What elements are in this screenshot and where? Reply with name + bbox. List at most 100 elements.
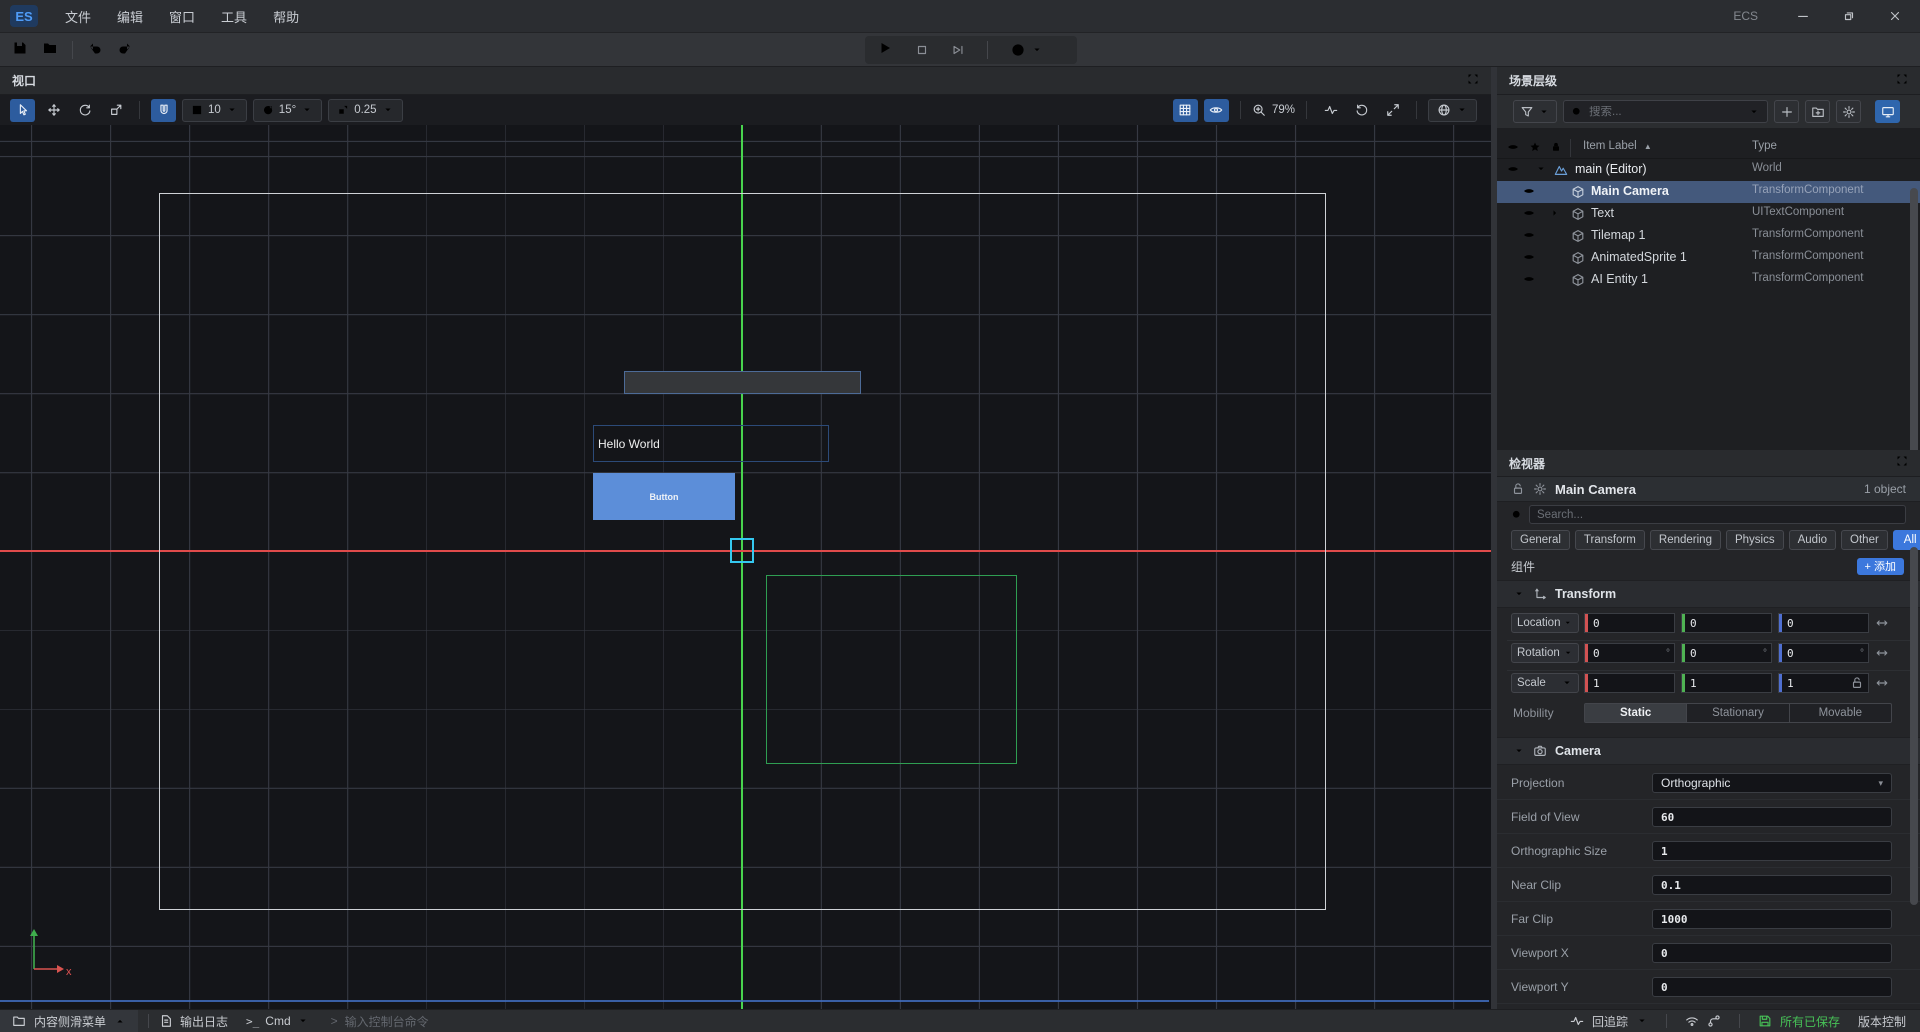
maximize-button[interactable] <box>1842 9 1856 23</box>
step-button[interactable] <box>951 43 965 57</box>
tab-audio[interactable]: Audio <box>1789 530 1836 550</box>
rotation-z-input[interactable] <box>1782 647 1860 660</box>
stats-button[interactable] <box>1318 99 1343 122</box>
undo-icon[interactable] <box>87 40 103 61</box>
output-log-button[interactable]: 输出日志 <box>159 1013 228 1030</box>
menu-tools[interactable]: 工具 <box>208 0 260 33</box>
menu-file[interactable]: 文件 <box>52 0 104 33</box>
tab-physics[interactable]: Physics <box>1726 530 1784 550</box>
mobility-static[interactable]: Static <box>1585 704 1686 722</box>
grid-visibility-toggle[interactable] <box>1173 99 1198 122</box>
ui-panel-rect[interactable] <box>624 371 861 394</box>
scene-canvas[interactable]: Hello World Button x <box>0 125 1491 1009</box>
viewport-x-input[interactable] <box>1661 947 1883 960</box>
lock-open-icon[interactable] <box>1511 482 1525 496</box>
console-input[interactable]: > 输入控制台命令 <box>331 1013 429 1030</box>
tree-row-world[interactable]: main (Editor) World <box>1497 159 1920 181</box>
viewport-y-input[interactable] <box>1661 981 1883 994</box>
tree-row-animatedsprite[interactable]: AnimatedSprite 1 TransformComponent <box>1497 247 1920 269</box>
stop-button[interactable] <box>915 43 929 57</box>
inspector-search-input[interactable] <box>1529 505 1906 524</box>
link-values-icon[interactable] <box>1875 646 1889 660</box>
world-dropdown[interactable] <box>1428 99 1477 122</box>
save-icon[interactable] <box>12 40 28 61</box>
traceback-dropdown[interactable]: 回追踪 <box>1592 1013 1628 1030</box>
vertical-scrollbar[interactable] <box>1910 188 1918 450</box>
location-label-dropdown[interactable]: Location <box>1511 613 1579 633</box>
chevron-right-icon[interactable] <box>1549 207 1561 222</box>
lock-column-icon[interactable] <box>1550 141 1562 156</box>
tab-transform[interactable]: Transform <box>1575 530 1645 550</box>
rotation-label-dropdown[interactable]: Rotation <box>1511 643 1579 663</box>
ui-text-element[interactable]: Hello World <box>593 425 829 462</box>
location-y-input[interactable] <box>1685 617 1771 630</box>
transform-section-header[interactable]: Transform <box>1497 580 1920 608</box>
add-entity-button[interactable] <box>1774 100 1799 123</box>
gear-icon[interactable] <box>1533 482 1547 496</box>
eye-icon[interactable] <box>1507 163 1519 178</box>
content-drawer-button[interactable]: 内容侧滑菜单 <box>0 1010 138 1032</box>
gizmo-visibility-toggle[interactable] <box>1204 99 1229 122</box>
rotation-x-input[interactable] <box>1588 647 1666 660</box>
menu-window[interactable]: 窗口 <box>156 0 208 33</box>
tree-row-main-camera[interactable]: Main Camera TransformComponent <box>1497 181 1920 203</box>
hierarchy-search-input[interactable] <box>1589 106 1742 118</box>
scale-y-input[interactable] <box>1685 677 1771 690</box>
filter-dropdown[interactable] <box>1513 100 1557 123</box>
source-control-branch-button[interactable] <box>1707 1014 1721 1028</box>
eye-icon[interactable] <box>1523 207 1535 222</box>
inspector-expand-icon[interactable] <box>1896 454 1908 472</box>
lock-open-icon[interactable] <box>1850 676 1864 690</box>
app-logo[interactable]: ES <box>10 5 38 27</box>
zoom-control[interactable]: 79% <box>1252 103 1295 117</box>
eye-icon[interactable] <box>1523 273 1535 288</box>
favorite-column-icon[interactable] <box>1529 141 1541 156</box>
scale-label-dropdown[interactable]: Scale <box>1511 673 1579 693</box>
hierarchy-settings-button[interactable] <box>1836 100 1861 123</box>
menu-edit[interactable]: 编辑 <box>104 0 156 33</box>
version-control-button[interactable]: 版本控制 <box>1858 1013 1906 1030</box>
projection-dropdown[interactable]: Orthographic ▾ <box>1652 773 1892 793</box>
open-folder-icon[interactable] <box>42 40 58 61</box>
eye-icon[interactable] <box>1523 251 1535 266</box>
close-button[interactable] <box>1888 9 1902 23</box>
scale-tool-button[interactable] <box>103 99 128 122</box>
camera-gizmo[interactable] <box>730 538 754 563</box>
tree-row-text[interactable]: Text UITextComponent <box>1497 203 1920 225</box>
play-button[interactable] <box>877 40 893 61</box>
eye-icon[interactable] <box>1523 185 1535 200</box>
field-of-view-input[interactable] <box>1661 811 1883 824</box>
move-tool-button[interactable] <box>41 99 66 122</box>
rotate-tool-button[interactable] <box>72 99 97 122</box>
connection-button[interactable] <box>1685 1014 1699 1028</box>
far-clip-input[interactable] <box>1661 913 1883 926</box>
fit-view-button[interactable] <box>1380 99 1405 122</box>
tree-row-ai-entity[interactable]: AI Entity 1 TransformComponent <box>1497 269 1920 291</box>
orthographic-size-input[interactable] <box>1661 845 1883 858</box>
scale-x-input[interactable] <box>1588 677 1674 690</box>
location-z-input[interactable] <box>1782 617 1868 630</box>
entity-bounds-rect[interactable] <box>766 575 1017 764</box>
tree-row-tilemap[interactable]: Tilemap 1 TransformComponent <box>1497 225 1920 247</box>
grid-snap-dropdown[interactable]: 10 <box>182 99 247 122</box>
redo-icon[interactable] <box>117 40 133 61</box>
vertical-scrollbar[interactable] <box>1910 547 1918 905</box>
reset-view-button[interactable] <box>1349 99 1374 122</box>
link-values-icon[interactable] <box>1875 616 1889 630</box>
viewport-expand-icon[interactable] <box>1467 72 1479 90</box>
tab-other[interactable]: Other <box>1841 530 1888 550</box>
cmd-dropdown[interactable]: >_ Cmd <box>246 1014 309 1028</box>
chevron-down-icon[interactable] <box>1535 163 1547 178</box>
eye-icon[interactable] <box>1523 229 1535 244</box>
scale-snap-dropdown[interactable]: 0.25 <box>328 99 402 122</box>
mobility-movable[interactable]: Movable <box>1789 704 1891 722</box>
rotation-y-input[interactable] <box>1685 647 1763 660</box>
link-values-icon[interactable] <box>1875 676 1889 690</box>
ui-button-element[interactable]: Button <box>593 473 735 520</box>
view-mode-button[interactable] <box>1875 100 1900 123</box>
mobility-stationary[interactable]: Stationary <box>1686 704 1788 722</box>
column-item-label[interactable]: Item Label ▲ <box>1583 140 1652 152</box>
minimize-button[interactable] <box>1796 9 1810 23</box>
camera-section-header[interactable]: Camera <box>1497 737 1920 765</box>
run-target-dropdown[interactable] <box>1010 42 1043 58</box>
